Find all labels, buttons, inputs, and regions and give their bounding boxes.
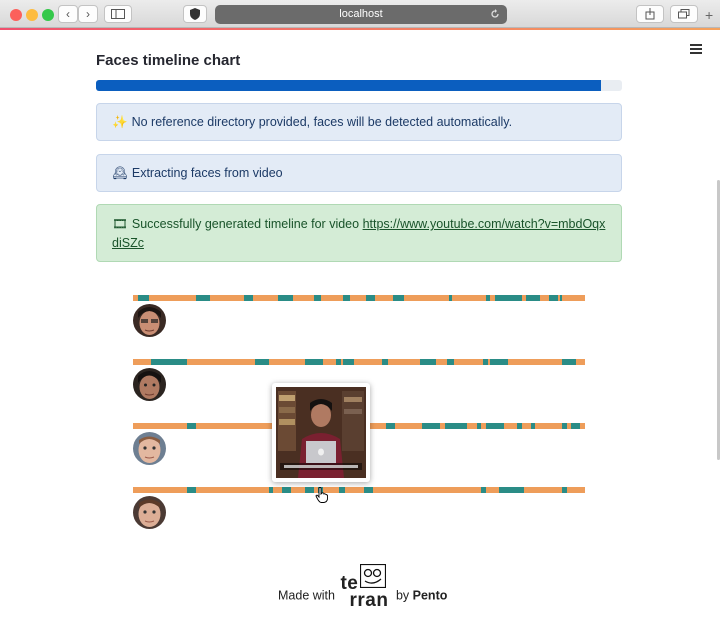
footer-prefix: Made with (278, 588, 335, 603)
maximize-window-button[interactable] (42, 9, 54, 21)
plus-icon: + (705, 7, 714, 23)
face-present-segment[interactable] (313, 295, 321, 301)
hamburger-icon (690, 44, 702, 46)
sparkles-icon: ✨ (112, 115, 128, 129)
info-alert-extracting: 🕰 Extracting faces from video (96, 154, 622, 192)
terran-logo-mark (360, 564, 387, 588)
chevron-left-icon: ‹ (66, 7, 70, 21)
minimize-window-button[interactable] (26, 9, 38, 21)
face-avatar-4[interactable] (133, 496, 166, 529)
face-present-segment[interactable] (481, 487, 486, 493)
tabs-overview-button[interactable] (670, 5, 698, 23)
face-present-segment[interactable] (343, 295, 350, 301)
face-present-segment[interactable] (562, 487, 567, 493)
face-present-segment[interactable] (499, 487, 524, 493)
progress-bar (96, 80, 622, 91)
face-present-segment[interactable] (187, 423, 197, 429)
terran-logo[interactable]: te rran (340, 564, 390, 616)
face-present-segment[interactable] (490, 359, 509, 365)
face-present-segment[interactable] (392, 295, 405, 301)
alert-text: Extracting faces from video (131, 166, 283, 180)
chevron-right-icon: › (86, 7, 90, 21)
face-avatar-1[interactable] (133, 304, 166, 337)
face-present-segment[interactable] (485, 295, 491, 301)
face-present-segment[interactable] (255, 359, 269, 365)
face-present-segment[interactable] (476, 423, 482, 429)
share-button[interactable] (636, 5, 664, 23)
hand-pointer-icon (315, 487, 329, 508)
face-present-segment[interactable] (494, 295, 522, 301)
timeline-track-1[interactable] (133, 295, 585, 301)
face-present-segment[interactable] (562, 359, 576, 365)
face-present-segment[interactable] (338, 487, 346, 493)
face-avatar-3[interactable] (133, 432, 166, 465)
face-present-segment[interactable] (447, 359, 454, 365)
face-present-segment[interactable] (562, 423, 567, 429)
face-present-segment[interactable] (187, 487, 197, 493)
face-present-segment[interactable] (530, 423, 536, 429)
face-present-segment[interactable] (277, 295, 294, 301)
face-present-segment[interactable] (151, 359, 188, 365)
footer: Made with te rran by Pento (278, 564, 448, 616)
face-present-segment[interactable] (304, 359, 323, 365)
face-present-segment[interactable] (548, 295, 558, 301)
success-alert: 🎞 Successfully generated timeline for vid… (96, 204, 622, 262)
url-text: localhost (339, 8, 383, 20)
face-present-segment[interactable] (137, 295, 149, 301)
timeline-track-2[interactable] (133, 359, 585, 365)
privacy-report-button[interactable] (183, 5, 207, 23)
face-present-segment[interactable] (444, 423, 468, 429)
face-present-segment[interactable] (485, 423, 504, 429)
face-present-segment[interactable] (381, 359, 389, 365)
face-present-segment[interactable] (304, 487, 314, 493)
frame-preview-tooltip (272, 383, 370, 482)
main-menu-button[interactable] (690, 44, 702, 54)
timeline-track-4[interactable] (133, 487, 585, 493)
sidebar-toggle-button[interactable] (104, 5, 132, 23)
face-avatar-2[interactable] (133, 368, 166, 401)
face-present-segment[interactable] (365, 295, 375, 301)
face-present-segment[interactable] (196, 295, 210, 301)
browser-toolbar: ‹ › localhost + (0, 0, 720, 30)
face-present-segment[interactable] (571, 423, 581, 429)
success-text: Successfully generated timeline for vide… (131, 217, 363, 231)
back-button[interactable]: ‹ (58, 5, 78, 23)
close-window-button[interactable] (10, 9, 22, 21)
face-present-segment[interactable] (420, 359, 436, 365)
footer-by: by (395, 588, 410, 603)
app-accent-bar (0, 28, 720, 30)
alert-text: No reference directory provided, faces w… (131, 115, 513, 129)
face-present-segment[interactable] (386, 423, 396, 429)
face-present-segment[interactable] (243, 295, 253, 301)
face-present-segment[interactable] (363, 487, 373, 493)
face-present-segment[interactable] (268, 487, 274, 493)
face-present-segment[interactable] (526, 295, 540, 301)
clock-icon: 🕰 (112, 166, 128, 180)
forward-button[interactable]: › (78, 5, 98, 23)
face-present-segment[interactable] (517, 423, 522, 429)
film-reel-icon: 🎞 (112, 217, 128, 231)
face-present-segment[interactable] (449, 295, 452, 301)
footer-author[interactable]: Pento (413, 588, 448, 602)
page-title: Faces timeline chart (96, 52, 241, 69)
sidebar-icon (111, 9, 125, 19)
reload-icon[interactable] (490, 9, 500, 19)
share-icon (645, 8, 655, 20)
new-tab-button[interactable]: + (705, 7, 713, 23)
progress-fill (96, 80, 601, 91)
video-frame-thumbnail (276, 387, 366, 478)
face-present-segment[interactable] (343, 359, 355, 365)
face-present-segment[interactable] (422, 423, 441, 429)
face-present-segment[interactable] (560, 295, 563, 301)
tabs-icon (678, 9, 690, 19)
face-present-segment[interactable] (282, 487, 292, 493)
address-bar[interactable]: localhost (215, 5, 507, 24)
shield-icon (190, 8, 200, 20)
terran-logo-bottom: rran (349, 590, 389, 611)
info-alert-no-reference: ✨ No reference directory provided, faces … (96, 103, 622, 141)
face-present-segment[interactable] (336, 359, 341, 365)
face-present-segment[interactable] (483, 359, 488, 365)
